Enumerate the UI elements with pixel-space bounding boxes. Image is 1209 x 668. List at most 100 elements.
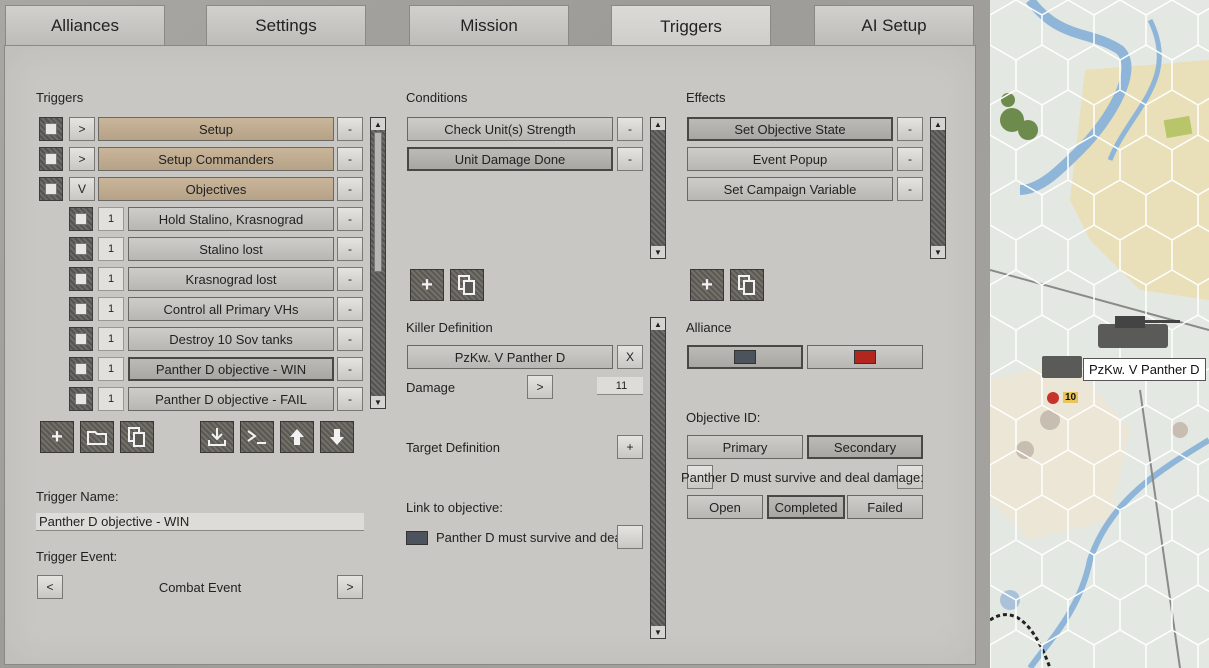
trigger-item-selected[interactable]: Panther D objective - WIN — [128, 357, 334, 381]
remove-button[interactable]: - — [337, 237, 363, 261]
trigger-checkbox[interactable] — [69, 327, 93, 351]
trigger-checkbox[interactable] — [39, 147, 63, 171]
remove-button[interactable]: - — [337, 327, 363, 351]
triggers-scrollbar[interactable]: ▲ ▼ — [370, 117, 386, 409]
scroll-down-icon[interactable]: ▼ — [651, 626, 665, 638]
triggers-panel: Triggers > Setup - > Setup Commanders - … — [4, 45, 976, 665]
remove-button[interactable]: - — [337, 267, 363, 291]
secondary-button[interactable]: Secondary — [807, 435, 923, 459]
remove-button[interactable]: - — [337, 357, 363, 381]
remove-button[interactable]: - — [337, 207, 363, 231]
remove-button[interactable]: - — [337, 147, 363, 171]
conditions-heading: Conditions — [406, 90, 468, 105]
remove-button[interactable]: - — [337, 297, 363, 321]
state-failed-button[interactable]: Failed — [847, 495, 923, 519]
trigger-item[interactable]: Control all Primary VHs — [128, 297, 334, 321]
hex-map[interactable]: 10 PzKw. V Panther D — [990, 0, 1209, 668]
effect-item[interactable]: Set Campaign Variable — [687, 177, 893, 201]
event-prev-button[interactable]: < — [37, 575, 63, 599]
effect-item[interactable]: Event Popup — [687, 147, 893, 171]
remove-button[interactable]: - — [337, 387, 363, 411]
tab-triggers[interactable]: Triggers — [611, 5, 771, 47]
scroll-thumb[interactable] — [374, 132, 382, 272]
tab-mission[interactable]: Mission — [409, 5, 569, 45]
triggers-heading: Triggers — [36, 90, 84, 105]
add-icon[interactable]: + — [690, 269, 724, 301]
scroll-up-icon[interactable]: ▲ — [371, 118, 385, 130]
tab-settings[interactable]: Settings — [206, 5, 366, 45]
remove-button[interactable]: - — [897, 147, 923, 171]
alliance-option-1[interactable] — [687, 345, 803, 369]
folder-icon[interactable] — [80, 421, 114, 453]
alliance-option-2[interactable] — [807, 345, 923, 369]
copy-icon[interactable] — [450, 269, 484, 301]
trigger-checkbox[interactable] — [69, 207, 93, 231]
trigger-checkbox[interactable] — [69, 267, 93, 291]
trigger-event-label: Trigger Event: — [36, 549, 118, 564]
scroll-down-icon[interactable]: ▼ — [371, 396, 385, 408]
tab-ai-setup[interactable]: AI Setup — [814, 5, 974, 45]
trigger-item[interactable]: Destroy 10 Sov tanks — [128, 327, 334, 351]
import-icon[interactable] — [200, 421, 234, 453]
effects-scrollbar[interactable]: ▲ ▼ — [930, 117, 946, 259]
tab-alliances[interactable]: Alliances — [5, 5, 165, 45]
link-objective-label: Link to objective: — [406, 500, 503, 515]
add-icon[interactable]: + — [410, 269, 444, 301]
conditions-scrollbar[interactable]: ▲ ▼ — [650, 117, 666, 259]
condition-item-selected[interactable]: Unit Damage Done — [407, 147, 613, 171]
remove-button[interactable]: - — [337, 117, 363, 141]
trigger-item[interactable]: Panther D objective - FAIL — [128, 387, 334, 411]
move-down-icon[interactable] — [320, 421, 354, 453]
expand-button[interactable]: > — [69, 147, 95, 171]
remove-button[interactable]: - — [897, 117, 923, 141]
effects-heading: Effects — [686, 90, 726, 105]
scroll-up-icon[interactable]: ▲ — [651, 118, 665, 130]
move-up-icon[interactable] — [280, 421, 314, 453]
trigger-checkbox[interactable] — [39, 177, 63, 201]
console-icon[interactable] — [240, 421, 274, 453]
condition-item[interactable]: Check Unit(s) Strength — [407, 117, 613, 141]
trigger-checkbox[interactable] — [69, 387, 93, 411]
trigger-group-setup[interactable]: Setup — [98, 117, 334, 141]
collapse-button[interactable]: V — [69, 177, 95, 201]
scroll-down-icon[interactable]: ▼ — [931, 246, 945, 258]
killer-definition-value[interactable]: PzKw. V Panther D — [407, 345, 613, 369]
trigger-checkbox[interactable] — [39, 117, 63, 141]
remove-button[interactable]: - — [617, 117, 643, 141]
scroll-up-icon[interactable]: ▲ — [651, 318, 665, 330]
trigger-checkbox[interactable] — [69, 357, 93, 381]
state-completed-button[interactable]: Completed — [767, 495, 845, 519]
state-open-button[interactable]: Open — [687, 495, 763, 519]
remove-button[interactable]: - — [617, 147, 643, 171]
trigger-name-input[interactable]: Panther D objective - WIN — [36, 513, 364, 531]
trigger-group-setup-commanders[interactable]: Setup Commanders — [98, 147, 334, 171]
objective-id-label: Objective ID: — [686, 410, 761, 425]
alliance-label: Alliance — [686, 320, 732, 335]
remove-button[interactable]: - — [337, 177, 363, 201]
copy-icon[interactable] — [120, 421, 154, 453]
trigger-count: 1 — [98, 237, 124, 261]
add-icon[interactable]: + — [40, 421, 74, 453]
damage-input[interactable]: 11 — [597, 377, 643, 395]
trigger-item[interactable]: Hold Stalino, Krasnograd — [128, 207, 334, 231]
scenario-editor: Alliances Settings Mission Triggers AI S… — [0, 0, 990, 668]
trigger-item[interactable]: Stalino lost — [128, 237, 334, 261]
trigger-group-objectives[interactable]: Objectives — [98, 177, 334, 201]
trigger-item[interactable]: Krasnograd lost — [128, 267, 334, 291]
event-next-button[interactable]: > — [337, 575, 363, 599]
trigger-checkbox[interactable] — [69, 297, 93, 321]
link-objective-button[interactable] — [617, 525, 643, 549]
conditions-detail-scrollbar[interactable]: ▲ ▼ — [650, 317, 666, 639]
scroll-up-icon[interactable]: ▲ — [931, 118, 945, 130]
effect-item-selected[interactable]: Set Objective State — [687, 117, 893, 141]
expand-button[interactable]: > — [69, 117, 95, 141]
link-objective-value: Panther D must survive and deal da — [436, 530, 643, 545]
damage-button[interactable]: > — [527, 375, 553, 399]
copy-icon[interactable] — [730, 269, 764, 301]
clear-button[interactable]: X — [617, 345, 643, 369]
primary-button[interactable]: Primary — [687, 435, 803, 459]
add-target-button[interactable]: + — [617, 435, 643, 459]
remove-button[interactable]: - — [897, 177, 923, 201]
trigger-checkbox[interactable] — [69, 237, 93, 261]
scroll-down-icon[interactable]: ▼ — [651, 246, 665, 258]
